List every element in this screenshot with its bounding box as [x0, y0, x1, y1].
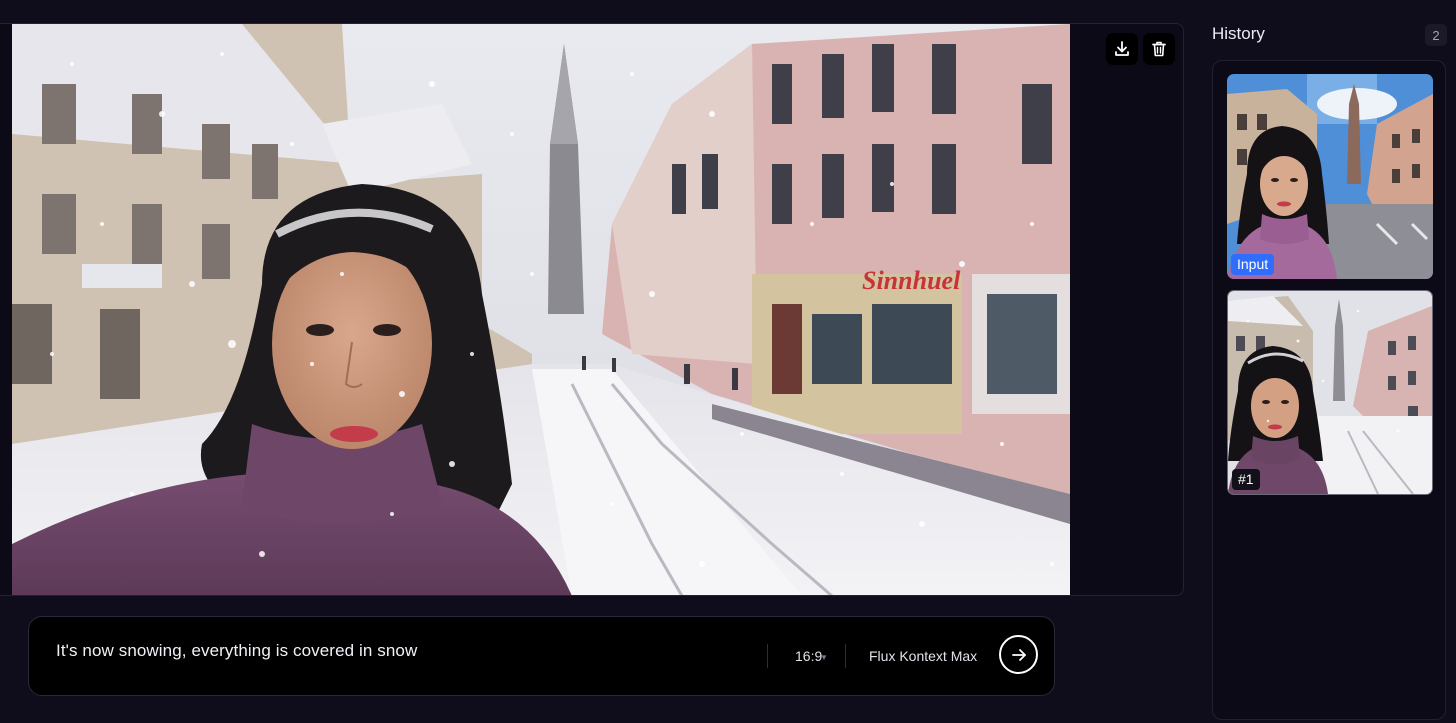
prompt-bar: It's now snowing, everything is covered …: [28, 616, 1055, 696]
history-item-result[interactable]: #1: [1227, 290, 1433, 495]
divider: [845, 644, 846, 668]
delete-button[interactable]: [1143, 33, 1175, 65]
history-item-input[interactable]: Input: [1227, 74, 1433, 279]
history-count-badge: 2: [1425, 24, 1447, 46]
history-title: History: [1212, 24, 1265, 43]
divider: [767, 644, 768, 668]
history-badge: #1: [1232, 469, 1260, 490]
trash-icon: [1152, 41, 1166, 57]
history-panel: Input #1: [1212, 60, 1446, 720]
generated-image[interactable]: Sinnhuel: [12, 24, 1070, 595]
canvas-panel: Sinnhuel: [0, 23, 1184, 596]
download-button[interactable]: [1106, 33, 1138, 65]
submit-button[interactable]: [999, 635, 1038, 674]
model-select[interactable]: Flux Kontext Max: [869, 648, 977, 664]
storefront-sign: Sinnhuel: [862, 266, 961, 295]
prompt-input[interactable]: It's now snowing, everything is covered …: [56, 641, 417, 661]
aspect-ratio-select[interactable]: 16:9 ▼: [795, 648, 828, 664]
history-badge: Input: [1231, 254, 1275, 275]
chevron-down-icon: ▼: [820, 653, 828, 662]
download-icon: [1115, 41, 1129, 56]
arrow-right-icon: [1011, 648, 1026, 661]
app-root: Sinnhuel It's now snowing, everything is…: [0, 0, 1456, 723]
aspect-ratio-value: 16:9: [795, 648, 823, 664]
